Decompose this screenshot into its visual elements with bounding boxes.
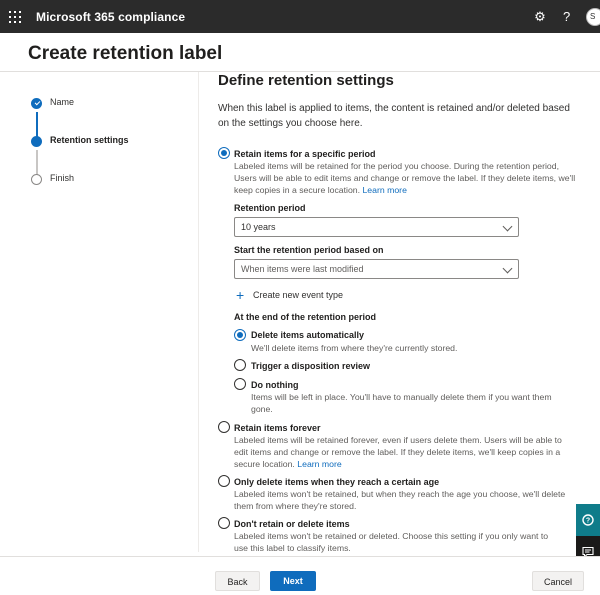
section-title: Define retention settings xyxy=(218,72,394,89)
chevron-down-icon xyxy=(502,221,513,232)
retention-period-value: 10 years xyxy=(241,222,276,232)
radio-button[interactable] xyxy=(218,475,230,487)
help-fab-button[interactable]: ? xyxy=(576,504,600,536)
option-title: Delete items automatically xyxy=(251,330,365,340)
learn-more-link[interactable]: Learn more xyxy=(362,185,406,195)
help-icon[interactable]: ? xyxy=(563,9,570,24)
option-description: Labeled items won't be retained, but whe… xyxy=(234,489,566,511)
option-description-text: Labeled items will be retained forever, … xyxy=(234,435,562,469)
step-name[interactable]: Name xyxy=(31,97,74,109)
wizard-divider xyxy=(198,72,199,552)
step-current-icon xyxy=(31,136,42,147)
end-of-period-heading: At the end of the retention period xyxy=(234,312,376,322)
option-title: Only delete items when they reach a cert… xyxy=(234,477,440,487)
step-complete-icon xyxy=(31,98,42,109)
option-description: Items will be left in place. You'll have… xyxy=(251,392,552,414)
step-label: Retention settings xyxy=(50,135,129,145)
section-intro: When this label is applied to items, the… xyxy=(218,103,570,129)
top-bar: Microsoft 365 compliance ⚙ ? S xyxy=(0,0,600,33)
option-title: Retain items forever xyxy=(234,423,321,433)
learn-more-link[interactable]: Learn more xyxy=(297,459,341,469)
option-title: Do nothing xyxy=(251,380,299,390)
step-retention-settings[interactable]: Retention settings xyxy=(31,135,129,147)
step-finish[interactable]: Finish xyxy=(31,173,74,185)
create-event-label: Create new event type xyxy=(253,290,344,300)
radio-button[interactable] xyxy=(234,378,246,390)
radio-button[interactable] xyxy=(234,359,246,371)
step-label: Name xyxy=(50,97,75,107)
radio-button[interactable] xyxy=(218,421,230,433)
option-title: Retain items for a specific period xyxy=(234,149,376,159)
wizard-footer: Back Next Cancel xyxy=(0,556,600,595)
create-new-event-type-button[interactable]: + Create new event type xyxy=(236,287,344,303)
cancel-button[interactable]: Cancel xyxy=(532,571,584,591)
step-connector xyxy=(36,112,38,138)
option-description: Labeled items will be retained forever, … xyxy=(234,434,576,470)
start-based-on-placeholder: When items were last modified xyxy=(241,264,364,274)
option-description: Labeled items will be retained for the p… xyxy=(234,160,576,196)
option-description: Labeled items won't be retained or delet… xyxy=(234,531,549,553)
step-connector xyxy=(36,150,38,175)
chevron-down-icon xyxy=(502,263,513,274)
plus-icon: + xyxy=(236,287,245,303)
avatar[interactable]: S xyxy=(586,8,600,26)
next-button[interactable]: Next xyxy=(270,571,316,591)
option-description: We'll delete items from where they're cu… xyxy=(251,343,458,353)
waffle-icon[interactable] xyxy=(9,11,21,23)
page-title: Create retention label xyxy=(28,43,223,64)
step-label: Finish xyxy=(50,173,75,183)
help-icon: ? xyxy=(582,514,594,526)
radio-button[interactable] xyxy=(218,147,230,159)
option-title: Trigger a disposition review xyxy=(251,361,371,371)
app-title[interactable]: Microsoft 365 compliance xyxy=(36,10,185,24)
svg-text:?: ? xyxy=(586,518,590,525)
radio-button[interactable] xyxy=(234,329,246,341)
step-pending-icon xyxy=(31,174,42,185)
retention-period-label: Retention period xyxy=(234,203,306,213)
retention-period-dropdown[interactable]: 10 years xyxy=(234,217,519,237)
back-button[interactable]: Back xyxy=(215,571,260,591)
option-title: Don't retain or delete items xyxy=(234,519,350,529)
radio-button[interactable] xyxy=(218,517,230,529)
start-based-on-label: Start the retention period based on xyxy=(234,245,384,255)
gear-icon[interactable]: ⚙ xyxy=(533,10,547,24)
start-based-on-dropdown[interactable]: When items were last modified xyxy=(234,259,519,279)
